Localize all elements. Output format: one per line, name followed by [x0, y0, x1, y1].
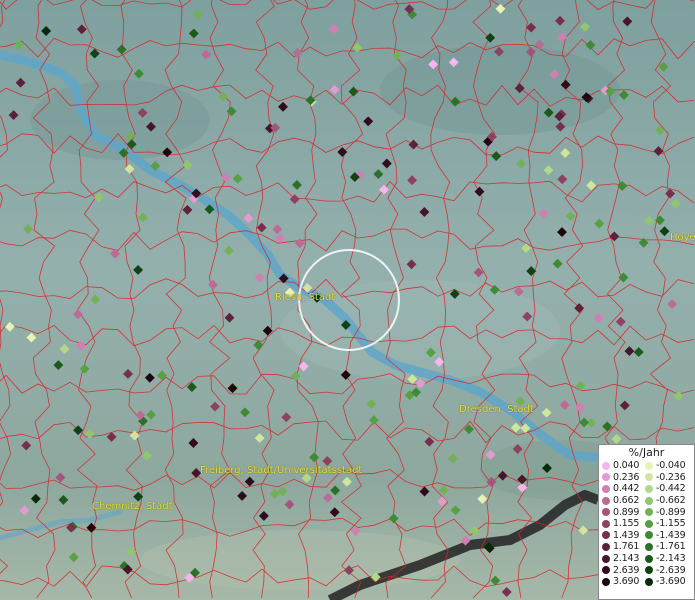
- legend-row: 3.690 -3.690: [602, 576, 694, 588]
- legend-swatch-positive: [602, 461, 610, 470]
- legend-value-positive: 0.662: [613, 495, 640, 507]
- legend-value-negative: -0.442: [656, 483, 686, 495]
- legend-value-positive: 3.690: [613, 576, 640, 588]
- legend-row: 1.155 -1.155: [602, 518, 694, 530]
- legend-swatch-positive: [602, 519, 610, 528]
- legend-rows: 0.040 -0.040 0.236 -0.236 0.442 -0.442 0.662 -0…: [599, 460, 694, 588]
- legend-value-negative: -1.155: [656, 518, 686, 530]
- legend-swatch-negative: [645, 519, 653, 528]
- legend-swatch-positive: [602, 531, 610, 540]
- city-label-chemnitz: Chemnitz, Stadt: [92, 501, 173, 512]
- legend-value-negative: -3.690: [656, 576, 686, 588]
- legend-swatch-positive: [602, 566, 610, 575]
- legend-value-positive: 0.899: [613, 506, 640, 518]
- legend-swatch-negative: [645, 461, 653, 470]
- legend-swatch-negative: [645, 496, 653, 505]
- legend-value-negative: -0.040: [656, 460, 686, 472]
- legend-value-positive: 1.155: [613, 518, 640, 530]
- legend-value-positive: 2.143: [613, 553, 640, 565]
- legend-swatch-negative: [645, 554, 653, 563]
- legend-value-negative: -2.639: [656, 564, 686, 576]
- legend-value-negative: -1.439: [656, 529, 686, 541]
- legend-swatch-negative: [645, 508, 653, 517]
- legend-row: 0.442 -0.442: [602, 483, 694, 495]
- legend-value-positive: 2.639: [613, 564, 640, 576]
- city-label-dresden: Dresden, Stadt: [459, 404, 534, 415]
- legend-row: 0.236 -0.236: [602, 472, 694, 484]
- legend-row: 1.761 -1.761: [602, 541, 694, 553]
- legend-swatch-negative: [645, 566, 653, 575]
- city-label-freiberg: Freiberg, Stadt/Universitätsstadt: [200, 465, 363, 476]
- legend-swatch-negative: [645, 473, 653, 482]
- legend-swatch-negative: [645, 531, 653, 540]
- legend-title: %/Jahr: [628, 446, 665, 459]
- legend-value-negative: -1.761: [656, 541, 686, 553]
- city-label-hoyerswerda: Hoye: [670, 232, 695, 243]
- legend-row: 2.639 -2.639: [602, 564, 694, 576]
- legend-swatch-negative: [645, 577, 653, 586]
- legend-swatch-positive: [602, 577, 610, 586]
- legend-swatch-negative: [645, 484, 653, 493]
- legend-value-positive: 1.439: [613, 529, 640, 541]
- legend-row: 0.899 -0.899: [602, 506, 694, 518]
- legend-swatch-positive: [602, 508, 610, 517]
- legend-value-negative: -2.143: [656, 553, 686, 565]
- legend-swatch-positive: [602, 554, 610, 563]
- legend-swatch-positive: [602, 473, 610, 482]
- legend-value-negative: -0.236: [656, 471, 686, 483]
- legend-value-positive: 0.040: [613, 460, 640, 472]
- city-label-riesa: Riesa, Stadt: [275, 292, 336, 303]
- legend-value-positive: 1.761: [613, 541, 640, 553]
- legend-swatch-positive: [602, 496, 610, 505]
- legend-swatch-negative: [645, 542, 653, 551]
- legend: %/Jahr 0.040 -0.040 0.236 -0.236 0.442 -0.442…: [598, 444, 695, 600]
- legend-value-positive: 0.442: [613, 483, 640, 495]
- legend-swatch-positive: [602, 542, 610, 551]
- legend-row: 0.040 -0.040: [602, 460, 694, 472]
- legend-value-negative: -0.662: [656, 495, 686, 507]
- legend-swatch-positive: [602, 484, 610, 493]
- legend-row: 2.143 -2.143: [602, 553, 694, 565]
- legend-row: 1.439 -1.439: [602, 530, 694, 542]
- legend-value-negative: -0.899: [656, 506, 686, 518]
- legend-row: 0.662 -0.662: [602, 495, 694, 507]
- legend-value-positive: 0.236: [613, 471, 640, 483]
